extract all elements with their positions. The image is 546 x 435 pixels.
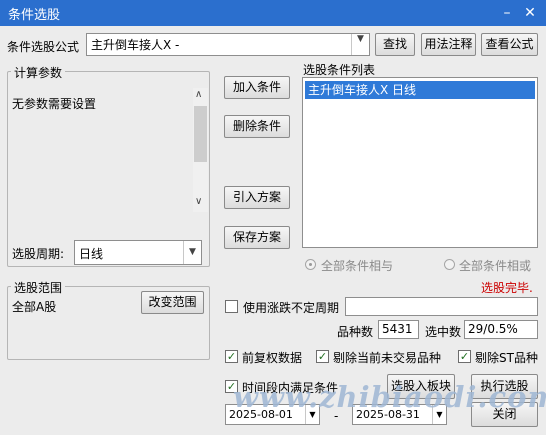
period-input[interactable] — [345, 297, 538, 316]
usage-button[interactable]: 用法注释 — [421, 33, 476, 56]
add-condition-button[interactable]: 加入条件 — [224, 76, 290, 99]
formula-select[interactable]: 主升倒车接人X - ▼ — [86, 33, 370, 56]
count-label: 品种数 — [337, 325, 374, 339]
minimize-icon[interactable]: – — [497, 3, 517, 23]
list-item[interactable]: 主升倒车接人X 日线 — [305, 81, 535, 99]
hit-label: 选中数 — [425, 325, 462, 339]
params-scrollbar[interactable]: ∧ ∨ — [193, 88, 208, 212]
formula-label: 条件选股公式 — [7, 40, 80, 54]
import-plan-button[interactable]: 引入方案 — [224, 186, 290, 209]
chevron-down-icon[interactable]: ▼ — [183, 241, 201, 264]
range-title: 选股范围 — [11, 279, 66, 296]
view-formula-button[interactable]: 查看公式 — [481, 33, 538, 56]
unfixed-period-label: 使用涨跌不定周期 — [243, 301, 340, 315]
status-message: 选股完毕. — [481, 281, 533, 295]
delete-condition-button[interactable]: 删除条件 — [224, 115, 290, 138]
scroll-down-icon[interactable]: ∨ — [195, 196, 202, 207]
window-title: 条件选股 — [8, 8, 61, 23]
save-plan-button[interactable]: 保存方案 — [224, 226, 290, 249]
logic-and-label: 全部条件相与 — [321, 259, 394, 273]
find-button[interactable]: 查找 — [375, 33, 415, 56]
params-title: 计算参数 — [11, 64, 66, 81]
hit-field: 29/0.5% — [464, 320, 538, 339]
period-select[interactable]: 日线 ▼ — [74, 240, 202, 265]
fq-label: 前复权数据 — [242, 351, 303, 365]
params-message: 无参数需要设置 — [12, 97, 97, 111]
watermark: www.zhibiaodi.com — [233, 380, 546, 414]
formula-select-value: 主升倒车接人X - — [91, 38, 180, 52]
scroll-up-icon[interactable]: ∧ — [195, 89, 202, 100]
conditions-list[interactable]: 主升倒车接人X 日线 — [302, 77, 538, 248]
range-value: 全部A股 — [12, 300, 57, 314]
title-bar: 条件选股 – ✕ — [0, 0, 546, 26]
chevron-down-icon[interactable]: ▼ — [351, 34, 369, 55]
exclude-st-label: 剔除ST品种 — [475, 351, 538, 365]
count-field: 5431 — [378, 320, 419, 339]
period-label: 选股周期: — [12, 247, 65, 261]
exclude-st-checkbox[interactable]: ✓ — [458, 350, 471, 363]
conditions-title: 选股条件列表 — [303, 63, 376, 77]
logic-or-label: 全部条件相或 — [459, 259, 532, 273]
unfixed-period-checkbox[interactable] — [225, 300, 238, 313]
exclude-untraded-label: 剔除当前未交易品种 — [333, 351, 442, 365]
logic-or-radio[interactable] — [444, 259, 455, 270]
logic-and-radio[interactable] — [305, 259, 316, 270]
change-range-button[interactable]: 改变范围 — [141, 291, 204, 314]
exclude-untraded-checkbox[interactable]: ✓ — [316, 350, 329, 363]
period-value: 日线 — [79, 247, 104, 261]
scrollbar-thumb[interactable] — [194, 106, 207, 162]
close-icon[interactable]: ✕ — [520, 3, 540, 23]
fq-checkbox[interactable]: ✓ — [225, 350, 238, 363]
